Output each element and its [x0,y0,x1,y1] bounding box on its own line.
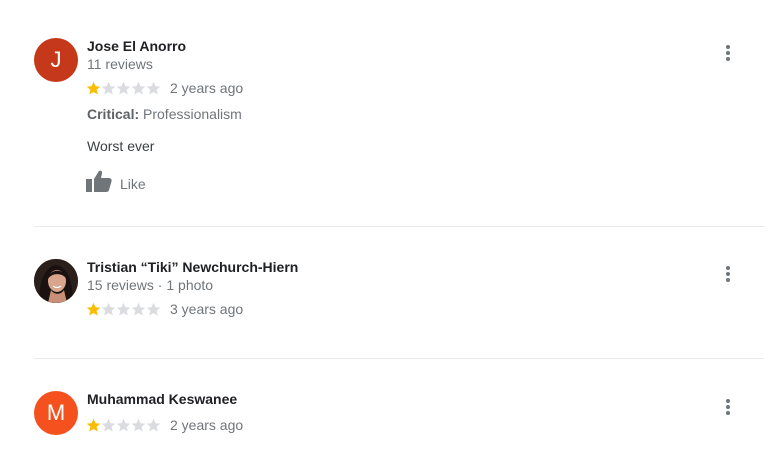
rating-row: 2 years ago [86,79,243,97]
avatar-letter: M [46,400,66,425]
more-options-button[interactable] [716,43,740,67]
rating-row: 2 years ago [86,416,243,434]
star-icon [146,302,161,315]
rating-row: 3 years ago [86,300,243,318]
star-icon [86,302,101,315]
star-icon [131,418,146,431]
like-button[interactable]: Like [86,169,146,198]
divider [34,358,764,359]
review-text: Worst ever [87,138,155,154]
critical-label: Critical: [87,106,140,122]
critical-value: Professionalism [143,106,242,122]
avatar[interactable]: J [34,38,78,82]
star-icon [116,81,131,94]
reviewer-name[interactable]: Muhammad Keswanee [87,390,237,408]
star-rating [86,418,161,433]
reviewer-name[interactable]: Jose El Anorro [87,37,186,55]
review-time: 2 years ago [170,80,244,96]
review-time: 3 years ago [170,301,244,317]
more-options-button[interactable] [716,397,740,421]
star-icon [86,418,101,431]
star-rating [86,81,161,96]
avatar-letter: J [50,47,62,72]
critical-attribute: Critical: Professionalism [87,105,242,123]
more-vert-icon [726,265,730,287]
star-icon [101,418,116,431]
thumb-up-icon [86,169,112,198]
star-icon [86,81,101,94]
review-time: 2 years ago [170,417,244,433]
reviewer-meta[interactable]: 11 reviews [87,55,153,73]
reviewer-meta[interactable]: 15 reviews · 1 photo [87,276,213,294]
avatar[interactable] [34,259,78,303]
star-icon [101,302,116,315]
more-vert-icon [726,398,730,420]
star-icon [146,81,161,94]
star-icon [116,302,131,315]
more-options-button[interactable] [716,264,740,288]
profile-photo [34,259,78,303]
star-rating [86,302,161,317]
more-vert-icon [726,44,730,66]
reviewer-name[interactable]: Tristian “Tiki” Newchurch-Hiern [87,258,298,276]
divider [34,226,764,227]
like-label: Like [120,175,146,192]
avatar[interactable]: M [34,391,78,435]
star-icon [101,81,116,94]
star-icon [146,418,161,431]
star-icon [131,302,146,315]
star-icon [131,81,146,94]
star-icon [116,418,131,431]
